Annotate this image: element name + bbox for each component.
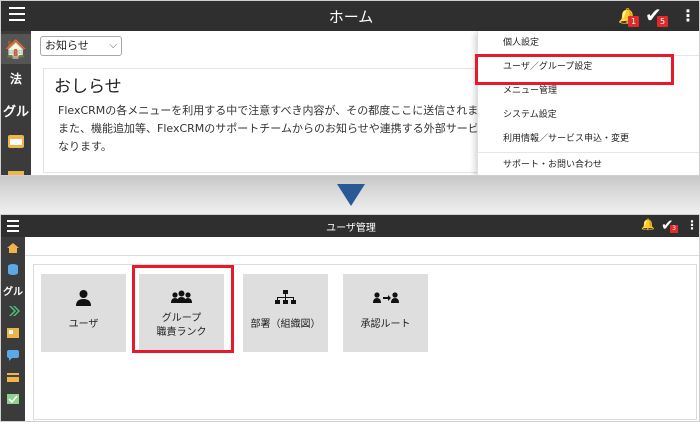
tile-label: 部署（組織図） (250, 319, 321, 330)
sidebar-item-group[interactable]: グル (1, 101, 31, 120)
home-icon[interactable] (6, 242, 20, 254)
task-badge: 3 (670, 225, 678, 233)
task-badge: 5 (657, 16, 668, 27)
main-content: ユーザ グループ 職責ランク 部署（組織図） 承認ルート (25, 237, 699, 421)
sidebar: 🏠 法 グル (1, 31, 31, 175)
menu-item-system-settings[interactable]: システム設定 (478, 103, 699, 127)
kebab-menu-icon[interactable]: ⋮ (686, 218, 698, 232)
tile-user[interactable]: ユーザ (41, 274, 126, 352)
approval-route-icon (373, 292, 399, 303)
down-arrow-icon (337, 184, 365, 206)
top-header-bar: ホーム 🔔 1 ✔ 5 ⋮ (1, 1, 699, 31)
sidebar: グル (1, 237, 25, 421)
tile-approval-route[interactable]: 承認ルート (343, 274, 428, 352)
menu-item-personal-settings[interactable]: 個人設定 (478, 31, 699, 55)
calendar-icon[interactable] (8, 135, 24, 148)
chat-icon[interactable] (6, 349, 20, 361)
sub-toolbar (25, 237, 699, 256)
notification-badge: 1 (628, 16, 639, 27)
tile-label: ユーザ (68, 319, 99, 330)
person-icon (76, 290, 91, 306)
image-icon[interactable] (6, 327, 20, 339)
sidebar-item-group[interactable]: グル (1, 283, 25, 298)
kebab-menu-icon[interactable]: ⋮ (680, 6, 696, 25)
select-value: お知らせ (45, 39, 89, 52)
org-chart-icon (275, 290, 296, 304)
menu-item-support-contact[interactable]: サポート・お問い合わせ (478, 153, 699, 175)
chevron-right-icon[interactable] (6, 305, 20, 317)
user-management-screenshot: ユーザ管理 🔔 ✔ 3 ⋮ グル ユーザ グループ 職責ランク 部署（組織図） … (0, 214, 700, 422)
checklist-icon[interactable] (6, 393, 20, 405)
top-header-bar: ユーザ管理 🔔 ✔ 3 ⋮ (1, 215, 699, 237)
notice-filter-select[interactable]: お知らせ ⌵ (40, 36, 122, 56)
page-title: ユーザ管理 (326, 223, 376, 234)
home-screenshot: ホーム 🔔 1 ✔ 5 ⋮ 🏠 法 グル お知らせ ⌵ おしらせ FlexCRM… (0, 0, 700, 176)
tile-department[interactable]: 部署（組織図） (243, 274, 328, 352)
menu-item-usage-service[interactable]: 利用情報／サービス申込・変更 (478, 127, 699, 151)
home-icon[interactable]: 🏠 (1, 34, 31, 64)
highlight-box (132, 265, 234, 353)
chevron-down-icon: ⌵ (109, 40, 117, 51)
card-icon[interactable] (6, 371, 20, 383)
notice-title: おしらせ (54, 77, 122, 97)
database-icon[interactable] (6, 263, 20, 275)
highlight-box (475, 54, 674, 85)
page-title: ホーム (328, 8, 374, 26)
bell-icon[interactable]: 🔔 (641, 218, 655, 231)
sidebar-item-hou[interactable]: 法 (1, 70, 31, 87)
settings-dropdown-menu: 個人設定 ユーザ／グループ設定 メニュー管理 システム設定 利用情報／サービス申… (477, 31, 699, 175)
tile-label: 承認ルート (360, 319, 411, 330)
